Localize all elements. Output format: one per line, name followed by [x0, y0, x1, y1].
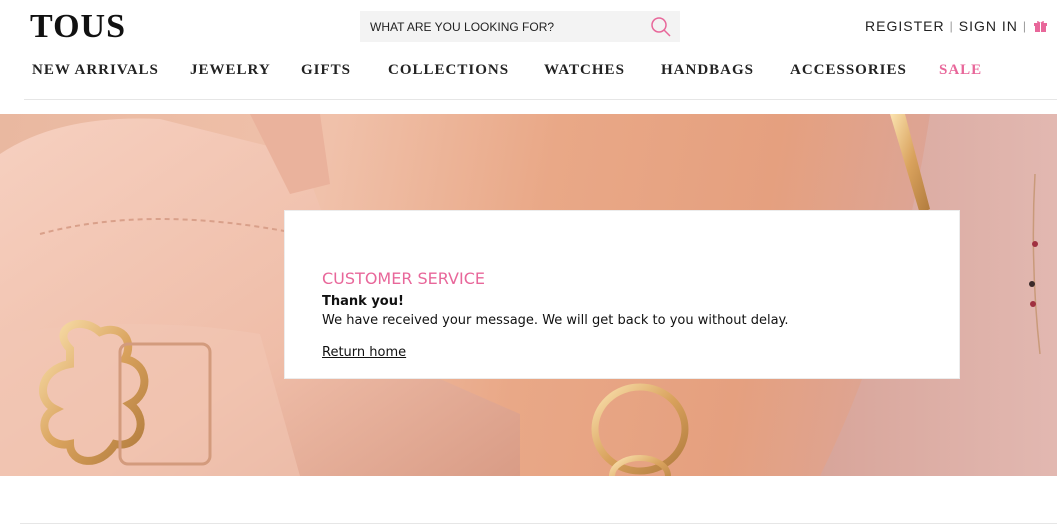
nav-handbags[interactable]: HANDBAGS	[661, 62, 754, 79]
confirmation-card: CUSTOMER SERVICE Thank you! We have rece…	[284, 210, 960, 379]
account-separator: |	[949, 19, 954, 33]
customer-service-title: CUSTOMER SERVICE	[322, 269, 485, 288]
gift-icon[interactable]	[1034, 20, 1047, 33]
nav-accessories[interactable]: ACCESSORIES	[790, 62, 907, 79]
return-home-link[interactable]: Return home	[322, 345, 406, 360]
nav-jewelry[interactable]: JEWELRY	[190, 62, 271, 79]
search-input[interactable]	[360, 11, 640, 42]
register-link[interactable]: REGISTER	[865, 18, 945, 34]
nav-new-arrivals[interactable]: NEW ARRIVALS	[32, 62, 159, 79]
nav-gifts[interactable]: GIFTS	[301, 62, 351, 79]
nav-watches[interactable]: WATCHES	[544, 62, 625, 79]
search-bar[interactable]	[360, 11, 680, 42]
main-nav: NEW ARRIVALS JEWELRY GIFTS COLLECTIONS W…	[0, 62, 1057, 84]
account-links: REGISTER | SIGN IN |	[865, 18, 1047, 34]
nav-sale[interactable]: SALE	[939, 62, 982, 79]
nav-divider	[24, 99, 1057, 100]
signin-link[interactable]: SIGN IN	[959, 18, 1018, 34]
nav-collections[interactable]: COLLECTIONS	[388, 62, 509, 79]
footer-divider	[20, 523, 1057, 524]
account-separator-2: |	[1022, 19, 1027, 33]
tous-logo[interactable]: TOUS	[30, 8, 126, 46]
confirmation-message: We have received your message. We will g…	[322, 313, 789, 328]
search-icon[interactable]	[650, 16, 672, 38]
thank-you-heading: Thank you!	[322, 294, 404, 309]
